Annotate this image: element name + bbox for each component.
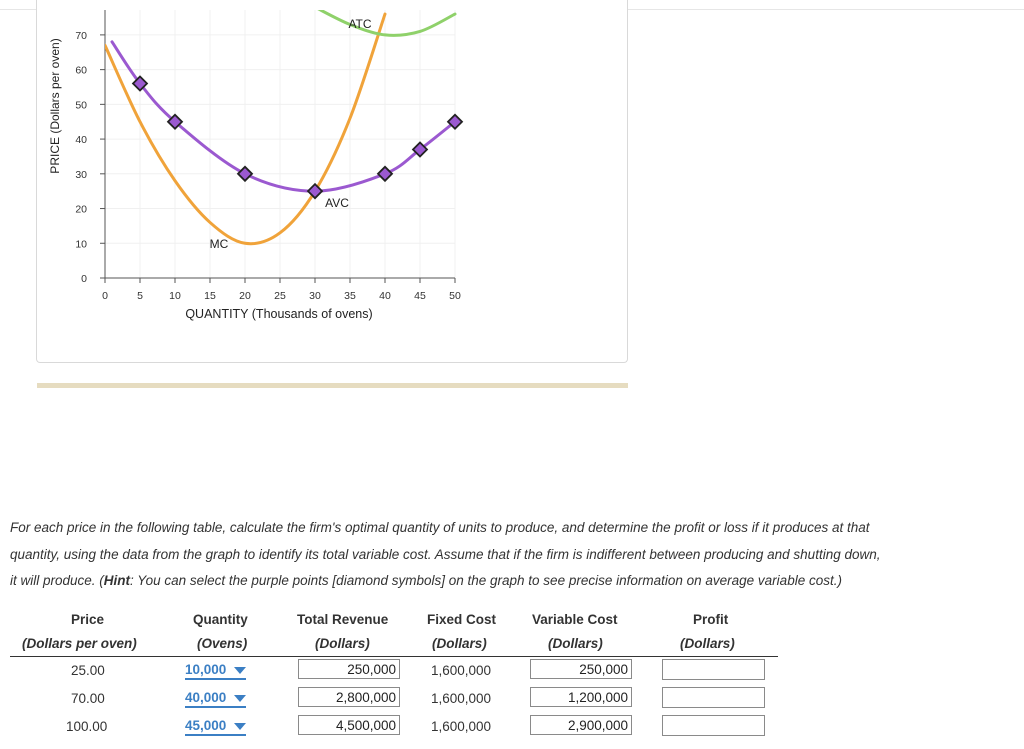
x-tick-label: 15 bbox=[204, 290, 216, 302]
header-fixed-cost-unit: (Dollars) bbox=[432, 636, 487, 651]
header-price: Price bbox=[71, 612, 105, 627]
row-2-fixed-cost: 1,600,000 bbox=[431, 691, 492, 706]
instructions-text: For each price in the following table, c… bbox=[10, 515, 1010, 595]
atc-curve-label: ATC bbox=[348, 17, 371, 31]
header-total-revenue-unit: (Dollars) bbox=[315, 636, 370, 651]
row-1-fixed-cost: 1,600,000 bbox=[431, 663, 492, 678]
hint-label: Hint bbox=[103, 573, 131, 588]
header-profit: Profit bbox=[693, 612, 729, 627]
row-2-quantity-value: 40,000 bbox=[185, 690, 227, 705]
row-1-variable-cost: 250,000 bbox=[530, 659, 632, 679]
curve-labels: ATC AVC MC bbox=[210, 17, 372, 251]
x-tick-label: 50 bbox=[449, 290, 461, 302]
row-2-variable-cost: 1,200,000 bbox=[530, 687, 632, 707]
avc-points[interactable] bbox=[131, 75, 464, 200]
y-tick-label: 70 bbox=[75, 30, 87, 42]
row-3-price: 100.00 bbox=[66, 719, 108, 734]
y-tick-label: 20 bbox=[75, 204, 87, 216]
y-axis-label: PRICE (Dollars per oven) bbox=[48, 38, 62, 173]
instructions-line-1: For each price in the following table, c… bbox=[10, 520, 870, 535]
header-price-unit: (Dollars per oven) bbox=[22, 636, 137, 651]
header-variable-cost: Variable Cost bbox=[532, 612, 618, 627]
y-tick-label: 40 bbox=[75, 134, 87, 146]
y-tick-label: 60 bbox=[75, 65, 87, 77]
axes: 0 10 20 30 40 50 60 70 0 5 10 15 20 25 30 35 40 45 50 bbox=[75, 10, 461, 302]
grid bbox=[104, 10, 456, 279]
avc-curve-label: AVC bbox=[325, 196, 349, 210]
chevron-down-icon bbox=[234, 694, 247, 702]
x-tick-label: 20 bbox=[239, 290, 251, 302]
x-tick-label: 10 bbox=[169, 290, 181, 302]
y-tick-label: 30 bbox=[75, 169, 87, 181]
instructions-line-3-end: : You can select the purple points [diam… bbox=[130, 573, 842, 588]
row-3-quantity-dropdown[interactable]: 45,000 bbox=[185, 718, 247, 736]
instructions-line-3: it will produce. (Hint: You can select t… bbox=[10, 568, 1010, 595]
row-3-variable-cost: 2,900,000 bbox=[530, 715, 632, 735]
chevron-down-icon bbox=[234, 666, 247, 674]
x-tick-label: 40 bbox=[379, 290, 391, 302]
row-2-price: 70.00 bbox=[71, 691, 105, 706]
avc-curve bbox=[110, 40, 457, 193]
row-3-quantity-value: 45,000 bbox=[185, 718, 227, 733]
chevron-down-icon bbox=[234, 722, 247, 730]
x-tick-label: 30 bbox=[309, 290, 321, 302]
row-1-quantity-value: 10,000 bbox=[185, 662, 227, 677]
header-variable-cost-unit: (Dollars) bbox=[548, 636, 603, 651]
x-tick-label: 25 bbox=[274, 290, 286, 302]
x-tick-label: 45 bbox=[414, 290, 426, 302]
row-2-total-revenue: 2,800,000 bbox=[298, 687, 400, 707]
section-divider bbox=[37, 383, 628, 388]
row-1-profit-input[interactable] bbox=[662, 659, 765, 680]
x-tick-label: 5 bbox=[137, 290, 143, 302]
cost-curves-graph: 0102030405060700 5 10 15 20 25 30 35 40 45 50 ATCA… bbox=[48, 10, 464, 321]
y-tick-label: 50 bbox=[75, 99, 87, 111]
y-tick-label: 10 bbox=[75, 238, 87, 250]
avc-point-diamond[interactable] bbox=[236, 165, 254, 183]
x-tick-label: 0 bbox=[102, 290, 108, 302]
graph-panel: 0 10 20 30 40 50 60 70 0 5 10 15 20 25 30 35 40 45 50 ATC A… bbox=[36, 0, 628, 363]
header-profit-unit: (Dollars) bbox=[680, 636, 735, 651]
x-tick-label: 35 bbox=[344, 290, 356, 302]
mc-curve-label: MC bbox=[210, 237, 229, 251]
header-quantity-unit: (Ovens) bbox=[197, 636, 248, 651]
row-3-total-revenue: 4,500,000 bbox=[298, 715, 400, 735]
row-3-fixed-cost: 1,600,000 bbox=[431, 719, 492, 734]
header-rule bbox=[10, 656, 778, 657]
row-1-price: 25.00 bbox=[71, 663, 105, 678]
header-total-revenue: Total Revenue bbox=[297, 612, 389, 627]
instructions-line-2: quantity, using the data from the graph … bbox=[10, 546, 881, 562]
header-quantity: Quantity bbox=[193, 612, 248, 627]
header-fixed-cost: Fixed Cost bbox=[427, 612, 497, 627]
row-1-total-revenue: 250,000 bbox=[298, 659, 400, 679]
row-1-quantity-dropdown[interactable]: 10,000 bbox=[185, 662, 247, 680]
row-2-quantity-dropdown[interactable]: 40,000 bbox=[185, 690, 247, 708]
avc-point-diamond[interactable] bbox=[376, 165, 394, 183]
row-2-profit-input[interactable] bbox=[662, 687, 765, 708]
x-axis-label: QUANTITY (Thousands of ovens) bbox=[185, 307, 372, 321]
instructions-line-3-start: it will produce. ( bbox=[10, 573, 104, 588]
avc-point-diamond[interactable] bbox=[306, 182, 324, 200]
row-3-profit-input[interactable] bbox=[662, 715, 765, 736]
y-tick-label: 0 bbox=[81, 273, 87, 285]
